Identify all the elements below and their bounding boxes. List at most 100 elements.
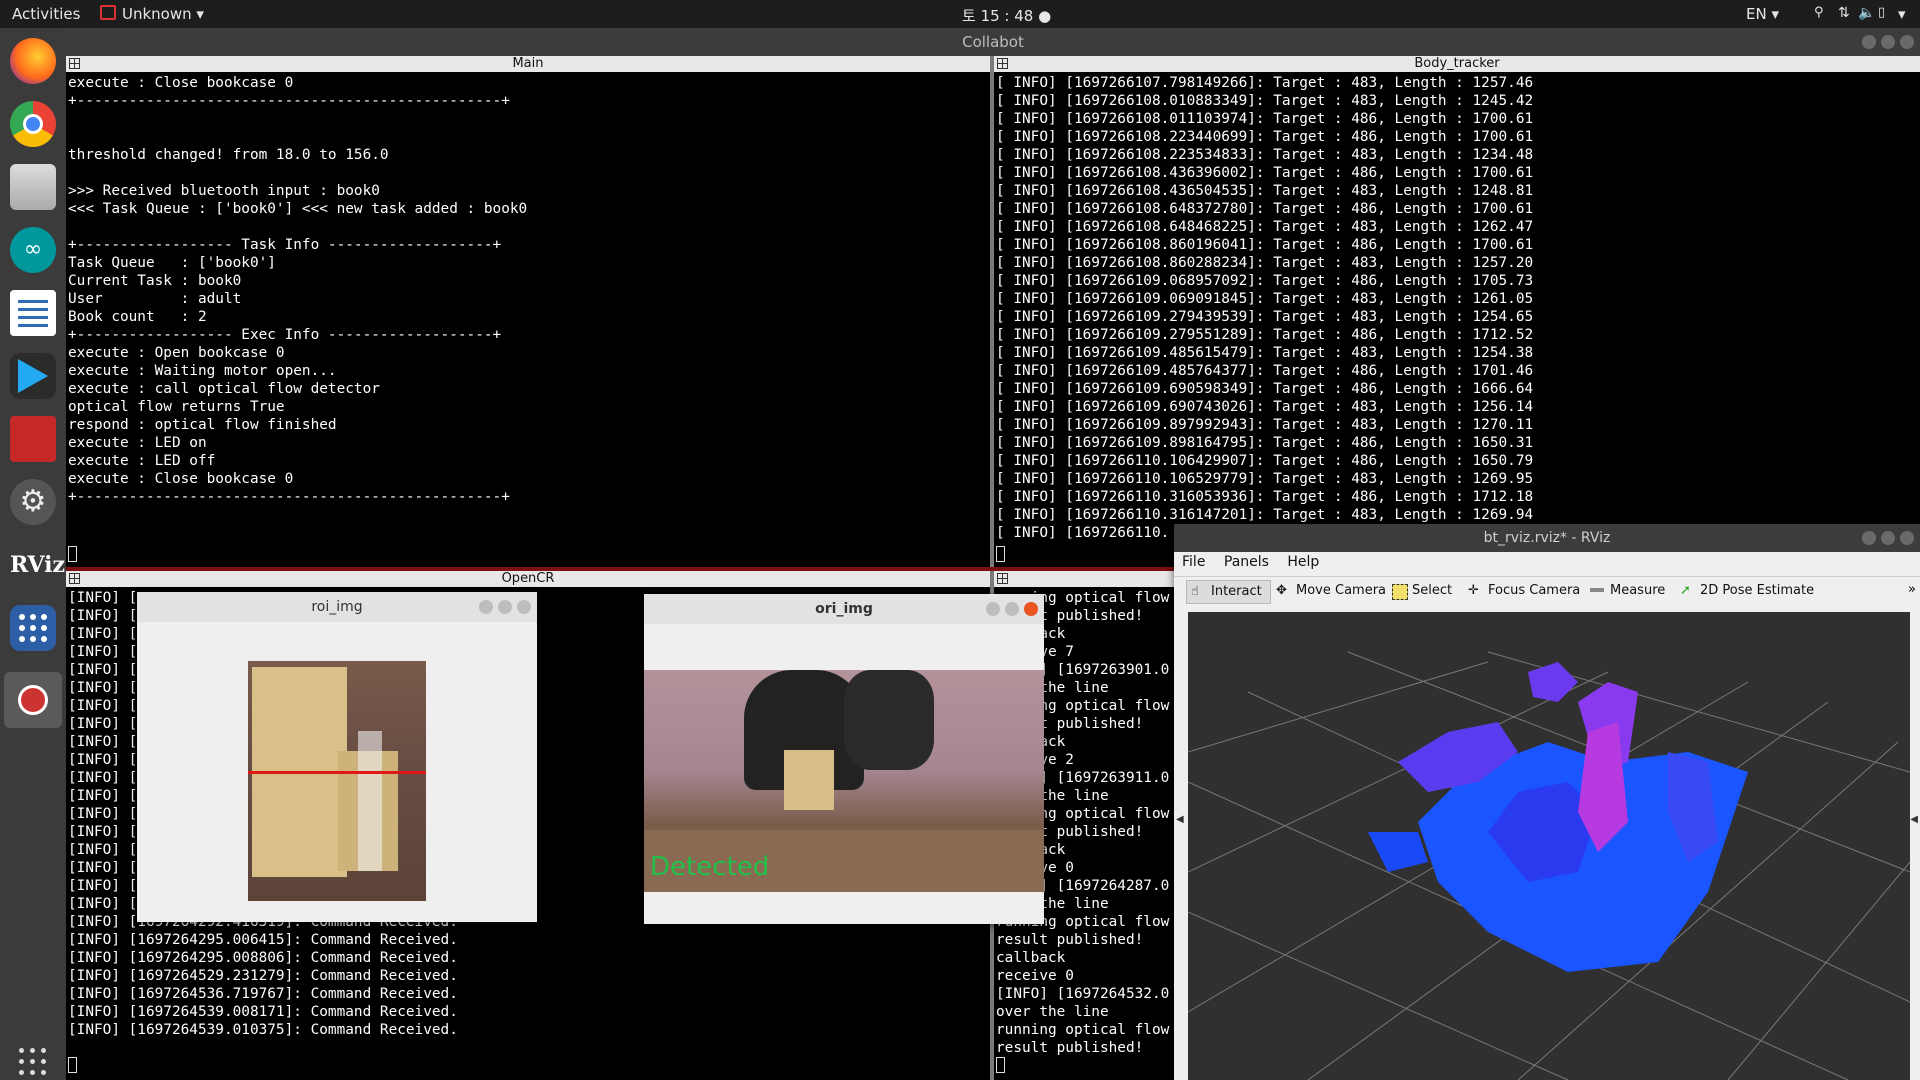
detected-overlay-text: Detected <box>650 852 770 882</box>
select-label: Select <box>1412 583 1453 598</box>
roi-img-window[interactable]: roi_img <box>137 592 537 922</box>
menu-divider <box>1174 576 1920 577</box>
dock: ∞ ⚙ RViz <box>0 28 66 1080</box>
arrow-icon: ➚ <box>1680 583 1691 598</box>
terminal-cursor <box>68 1057 77 1073</box>
terminal-output-main: execute : Close bookcase 0 +------------… <box>68 75 528 505</box>
menu-bar: File Panels Help <box>1182 554 1333 570</box>
volume-icon[interactable]: 🔈 <box>1858 5 1875 21</box>
language-indicator[interactable]: EN ▾ <box>1746 5 1779 23</box>
menu-help[interactable]: Help <box>1287 554 1319 570</box>
roi-image <box>248 661 426 901</box>
terminal-cursor <box>68 546 77 562</box>
terminal-pane-body-tracker[interactable]: Body_tracker [ INFO] [1697266107.7981492… <box>994 56 1920 567</box>
window-title: bt_rviz.rviz* - RViz <box>1483 530 1611 546</box>
pane-grid-icon[interactable] <box>997 58 1008 69</box>
minimize-button[interactable] <box>986 602 1000 616</box>
accessibility-icon[interactable]: ⚲ <box>1814 5 1824 20</box>
recorder-icon[interactable] <box>4 672 62 728</box>
pose-estimate-label: 2D Pose Estimate <box>1700 583 1815 598</box>
maximize-button[interactable] <box>1005 602 1019 616</box>
focus-camera-label: Focus Camera <box>1488 583 1581 598</box>
3d-view[interactable] <box>1188 612 1910 1080</box>
clock-text: 토 15 : 48 <box>962 7 1034 25</box>
measure-tool[interactable]: Measure <box>1586 580 1665 602</box>
interact-label: Interact <box>1211 584 1262 599</box>
app-grid-icon[interactable] <box>10 605 56 651</box>
right-panel-toggle-icon[interactable]: ◀ <box>1910 814 1918 825</box>
left-panel-toggle-icon[interactable]: ◀ <box>1176 814 1184 825</box>
close-button[interactable] <box>517 600 531 614</box>
window-title-bar[interactable]: bt_rviz.rviz* - RViz <box>1174 524 1920 552</box>
move-camera-tool[interactable]: ✥ Move Camera <box>1272 580 1386 602</box>
menu-panels[interactable]: Panels <box>1224 554 1269 570</box>
app-menu[interactable]: Unknown ▾ <box>100 5 204 23</box>
measure-label: Measure <box>1610 583 1666 598</box>
rviz-icon-label: RViz <box>10 552 66 578</box>
top-bar: Activities Unknown ▾ 토 15 : 48 ● EN ▾ ⚲ … <box>0 0 1920 28</box>
activities-button[interactable]: Activities <box>12 5 80 23</box>
text-editor-icon[interactable] <box>10 290 56 336</box>
move-camera-label: Move Camera <box>1296 583 1387 598</box>
toolbar-overflow-icon[interactable]: » <box>1908 582 1916 597</box>
minimize-button[interactable] <box>1862 35 1876 49</box>
terminator-title-bar[interactable]: Collabot <box>66 28 1920 56</box>
show-apps-icon[interactable] <box>10 1044 56 1080</box>
files-icon[interactable] <box>10 164 56 210</box>
terminal-cursor <box>996 1057 1005 1073</box>
system-monitor-icon[interactable] <box>10 416 56 462</box>
pane-title-bar[interactable]: Body_tracker <box>994 56 1920 72</box>
clock[interactable]: 토 15 : 48 ● <box>962 5 1051 26</box>
close-button[interactable] <box>1024 602 1038 616</box>
ruler-icon <box>1590 588 1604 592</box>
window-title-bar[interactable]: ori_img <box>644 594 1044 624</box>
minimize-button[interactable] <box>1862 531 1876 545</box>
pane-grid-icon[interactable] <box>69 58 80 69</box>
pane-title-bar[interactable]: Main <box>66 56 990 72</box>
terminal-pane-main[interactable]: Main execute : Close bookcase 0 +-------… <box>66 56 990 567</box>
terminator-title: Collabot <box>962 33 1024 51</box>
close-button[interactable] <box>1900 531 1914 545</box>
network-icon[interactable]: ⇅ <box>1838 5 1850 21</box>
app-menu-icon <box>100 5 116 20</box>
settings-icon[interactable]: ⚙ <box>10 479 56 525</box>
pane-title-body-tracker: Body_tracker <box>1414 56 1500 71</box>
ori-img-window[interactable]: ori_img Detected <box>644 594 1044 924</box>
pane-title-bar[interactable]: OpenCR <box>66 571 990 587</box>
pane-title-main: Main <box>512 56 544 71</box>
move-icon: ✥ <box>1276 583 1287 598</box>
select-icon <box>1392 584 1408 600</box>
arduino-icon[interactable]: ∞ <box>10 227 56 273</box>
system-menu-icon[interactable]: ▾ <box>1898 5 1906 23</box>
terminal-output-body-tracker: [ INFO] [1697266107.798149266]: Target :… <box>996 75 1534 541</box>
language-label: EN <box>1746 5 1767 23</box>
focus-icon: ✛ <box>1468 583 1479 598</box>
pane-grid-icon[interactable] <box>997 573 1008 584</box>
minimize-button[interactable] <box>479 600 493 614</box>
pane-grid-icon[interactable] <box>69 573 80 584</box>
3d-scene <box>1188 651 1910 1080</box>
threshold-line <box>248 771 426 774</box>
camera-image: Detected <box>644 670 1044 892</box>
close-button[interactable] <box>1900 35 1914 49</box>
window-title-bar[interactable]: roi_img <box>137 592 537 622</box>
hand-icon: ☝ <box>1191 584 1199 599</box>
terminal-cursor <box>996 546 1005 562</box>
pane-title-opencr: OpenCR <box>501 571 555 586</box>
window-title: ori_img <box>815 601 873 617</box>
window-title: roi_img <box>311 599 363 615</box>
firefox-icon[interactable] <box>10 38 56 84</box>
battery-icon[interactable]: ▯ <box>1878 5 1885 20</box>
maximize-button[interactable] <box>1881 35 1895 49</box>
rviz-icon[interactable]: RViz <box>10 542 65 588</box>
interact-tool[interactable]: ☝ Interact <box>1186 580 1271 604</box>
maximize-button[interactable] <box>498 600 512 614</box>
focus-camera-tool[interactable]: ✛ Focus Camera <box>1464 580 1580 602</box>
chrome-icon[interactable] <box>10 101 56 147</box>
pose-estimate-tool[interactable]: ➚ 2D Pose Estimate <box>1676 580 1814 602</box>
menu-file[interactable]: File <box>1182 554 1205 570</box>
vscode-icon[interactable] <box>10 353 56 399</box>
rviz-window[interactable]: bt_rviz.rviz* - RViz File Panels Help ☝ I… <box>1174 524 1920 1080</box>
select-tool[interactable]: Select <box>1388 580 1452 602</box>
maximize-button[interactable] <box>1881 531 1895 545</box>
